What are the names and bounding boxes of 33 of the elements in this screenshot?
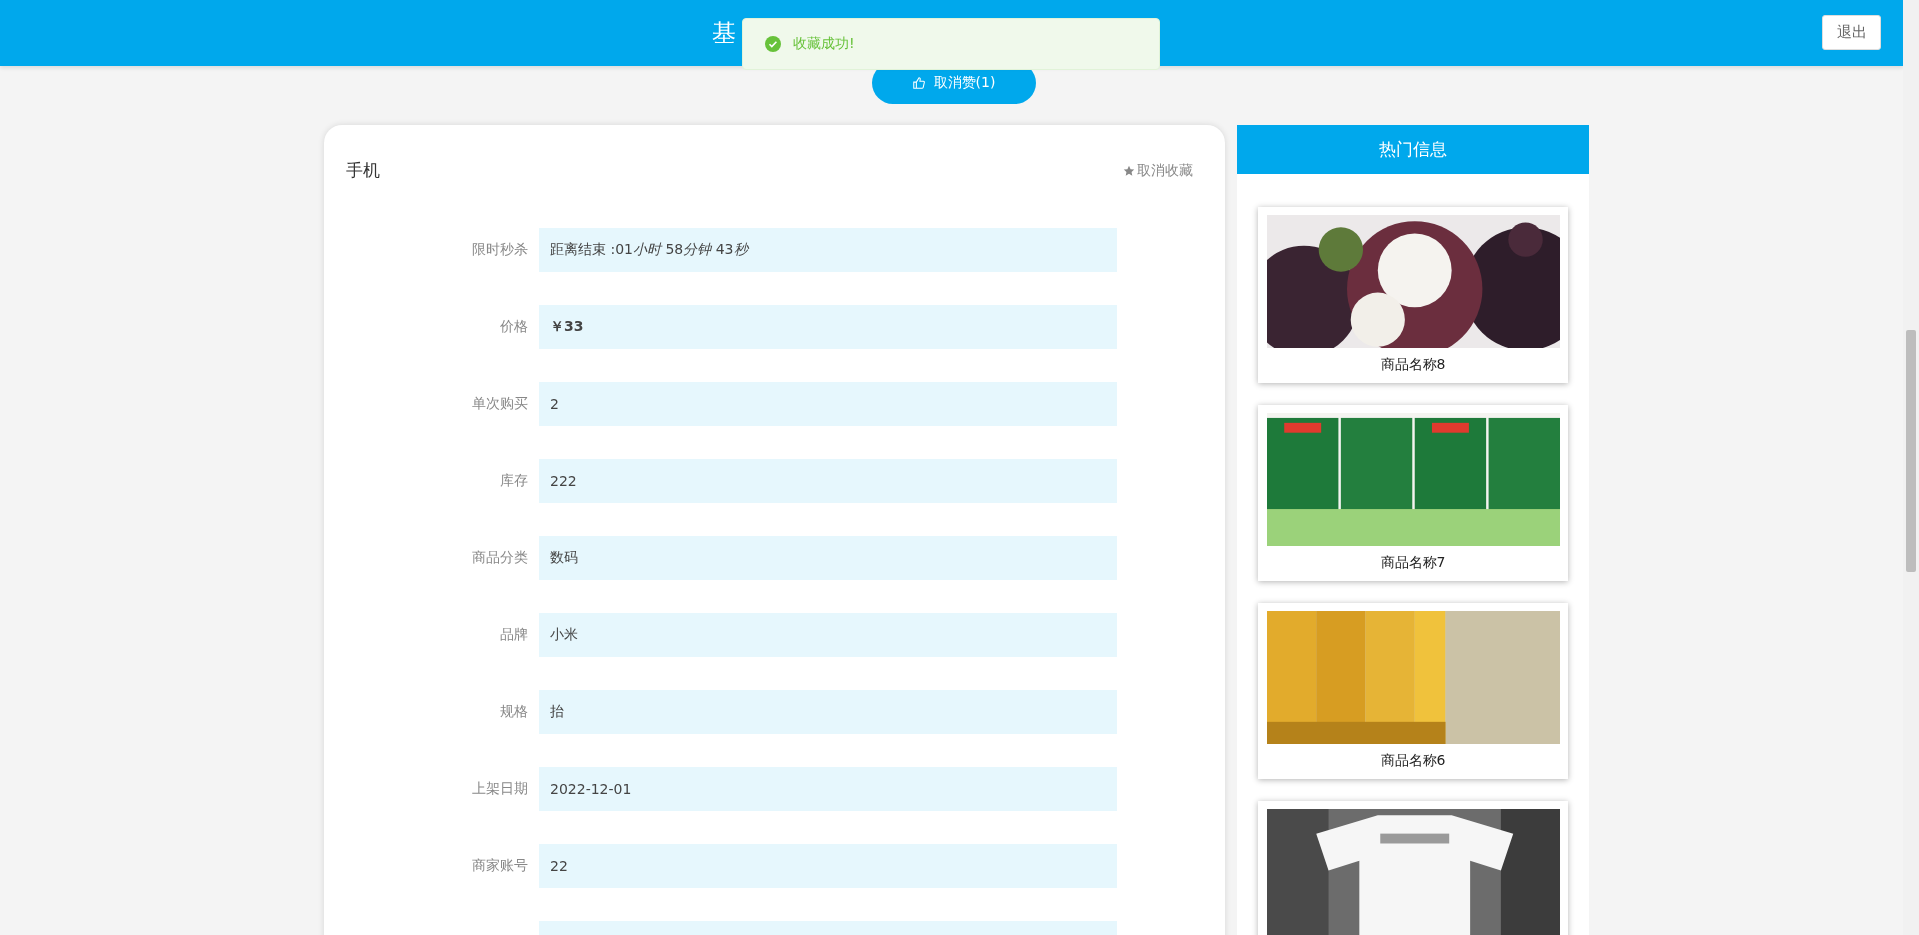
star-icon xyxy=(1123,164,1135,177)
unfavorite-link[interactable]: 取消收藏 xyxy=(1123,161,1193,180)
panel-header: 热门信息 xyxy=(1237,125,1589,174)
site-title: 基 xyxy=(712,18,736,49)
field-value: 2 xyxy=(539,382,1117,426)
field-value: 抬 xyxy=(539,690,1117,734)
product-tile[interactable]: 商品名称8 xyxy=(1258,207,1568,383)
field-value: 2022-12-01 xyxy=(539,767,1117,811)
product-name: 商品名称8 xyxy=(1380,356,1446,374)
field-label: 上架日期 xyxy=(471,780,528,798)
field-label: 品牌 xyxy=(499,626,528,644)
thumbs-up-icon xyxy=(911,76,926,90)
logout-button[interactable]: 退出 xyxy=(1822,15,1881,50)
check-circle-icon xyxy=(765,36,781,52)
toast-message: 收藏成功! xyxy=(793,35,855,53)
field-label: 库存 xyxy=(499,472,528,490)
field-label: 商品分类 xyxy=(471,549,528,567)
field-value: 22 xyxy=(539,844,1117,888)
field-value: ￥33 xyxy=(539,305,1117,349)
product-tile[interactable]: 商品名称6 xyxy=(1258,603,1568,779)
product-name: 手机 xyxy=(346,159,380,182)
field-value: 数码 xyxy=(539,536,1117,580)
field-label: 商家账号 xyxy=(471,857,528,875)
product-name: 商品名称7 xyxy=(1380,554,1446,572)
field-label: 规格 xyxy=(499,703,528,721)
field-label: 价格 xyxy=(499,318,528,336)
product-name: 商品名称6 xyxy=(1380,752,1446,770)
field-label: 限时秒杀 xyxy=(471,241,528,259)
field-value: 222 xyxy=(539,459,1117,503)
field-label: 单次购买 xyxy=(471,395,528,413)
product-tile[interactable]: 商品名称7 xyxy=(1258,405,1568,581)
field-value: 小米 xyxy=(539,613,1117,657)
field-value: 距离结束 :01小时 58分钟 43秒 xyxy=(539,228,1117,272)
